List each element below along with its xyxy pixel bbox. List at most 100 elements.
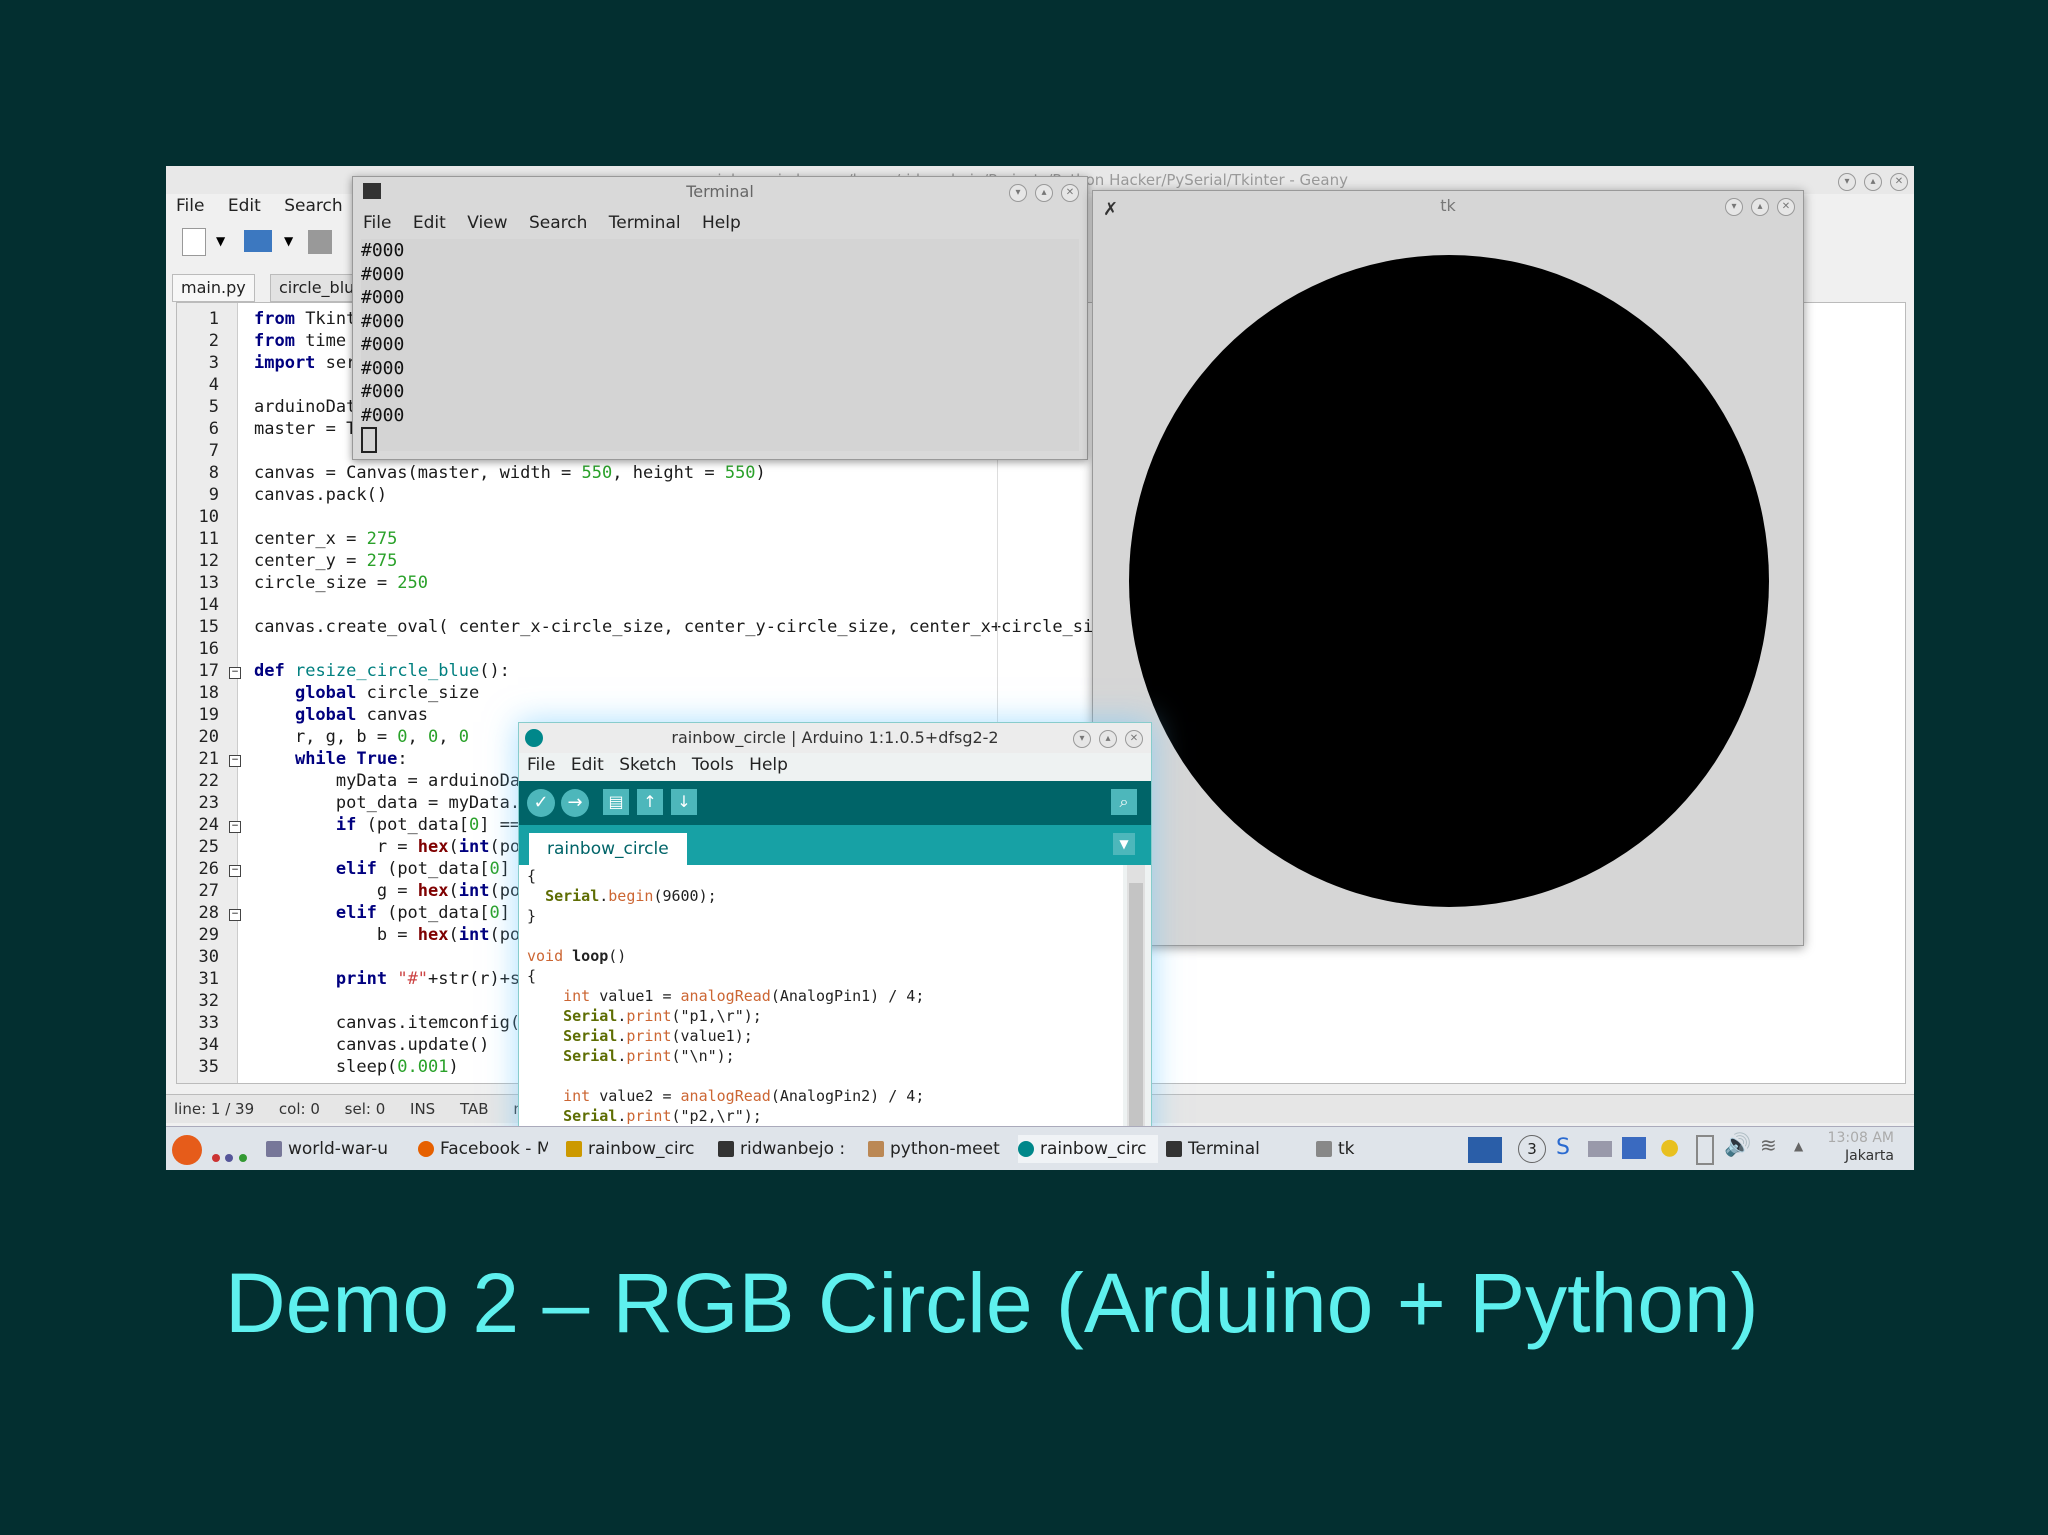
taskbar-item[interactable]: tk bbox=[1316, 1135, 1396, 1163]
line-number: 3 bbox=[208, 353, 219, 373]
code-line: global circle_size bbox=[294, 683, 480, 703]
menu-file[interactable]: File bbox=[176, 196, 204, 216]
minimize-icon[interactable]: ▾ bbox=[1009, 184, 1027, 202]
code-line: from time i bbox=[254, 331, 367, 351]
fold-toggle-icon[interactable]: − bbox=[229, 667, 241, 679]
arduino-code-editor[interactable]: { Serial.begin(9600); } void loop() { in… bbox=[519, 865, 1123, 1170]
menu-help[interactable]: Help bbox=[702, 213, 741, 233]
open-sketch-icon[interactable]: ↑ bbox=[637, 789, 663, 815]
maximize-icon[interactable]: ▴ bbox=[1864, 173, 1882, 191]
arduino-ide-window[interactable]: rainbow_circle | Arduino 1:1.0.5+dfsg2-2… bbox=[518, 722, 1152, 1170]
rgb-circle bbox=[1129, 255, 1769, 907]
menu-edit[interactable]: Edit bbox=[413, 213, 446, 233]
fold-toggle-icon[interactable]: − bbox=[229, 755, 241, 767]
close-icon[interactable]: ✕ bbox=[1777, 198, 1795, 216]
line-number: 28 bbox=[198, 903, 219, 923]
new-sketch-icon[interactable]: ▤ bbox=[603, 789, 629, 815]
menu-terminal[interactable]: Terminal bbox=[609, 213, 681, 233]
terminal-window[interactable]: Terminal ▾ ▴ ✕ File Edit View Search Ter… bbox=[352, 176, 1088, 460]
menu-tools[interactable]: Tools bbox=[692, 755, 734, 775]
taskbar-item[interactable]: ridwanbejo : bbox=[718, 1135, 858, 1163]
output-line: #000 bbox=[361, 334, 405, 355]
taskbar-item[interactable]: Facebook - M bbox=[418, 1135, 548, 1163]
verify-icon[interactable]: ✓ bbox=[527, 789, 555, 817]
close-icon[interactable]: ✕ bbox=[1061, 184, 1079, 202]
close-icon[interactable]: ✕ bbox=[1125, 730, 1143, 748]
code-line: canvas.create_oval( center_x-circle_size… bbox=[254, 617, 1104, 637]
code-line: global canvas bbox=[294, 705, 429, 725]
taskbar-item[interactable]: rainbow_circ bbox=[566, 1135, 716, 1163]
menu-edit[interactable]: Edit bbox=[228, 196, 261, 216]
tk-app-icon: ✗ bbox=[1103, 199, 1119, 220]
code-line: if (pot_data[0] == bbox=[335, 815, 521, 835]
taskbar-item[interactable]: rainbow_circ bbox=[1018, 1135, 1158, 1163]
close-icon[interactable]: ✕ bbox=[1890, 173, 1908, 191]
network-icon[interactable] bbox=[1588, 1141, 1612, 1157]
menu-search[interactable]: Search bbox=[529, 213, 587, 233]
new-file-icon[interactable] bbox=[182, 228, 206, 256]
code-line: arduinoData bbox=[254, 397, 367, 417]
fold-toggle-icon[interactable]: − bbox=[229, 865, 241, 877]
menu-search[interactable]: Search bbox=[284, 196, 342, 216]
menu-file[interactable]: File bbox=[363, 213, 391, 233]
terminal-cursor bbox=[361, 427, 377, 453]
show-desktop-icon[interactable] bbox=[1468, 1137, 1502, 1163]
tk-window[interactable]: ✗ tk ▾ ▴ ✕ bbox=[1092, 190, 1804, 946]
menu-view[interactable]: View bbox=[467, 213, 507, 233]
fold-toggle-icon[interactable]: − bbox=[229, 821, 241, 833]
tab-menu-chevron-icon[interactable]: ▼ bbox=[1113, 833, 1135, 855]
taskbar-item[interactable]: Terminal bbox=[1166, 1135, 1286, 1163]
save-icon[interactable] bbox=[308, 230, 332, 254]
open-folder-icon[interactable] bbox=[244, 230, 272, 252]
taskbar-item-label: rainbow_circ bbox=[1040, 1139, 1147, 1159]
workspace-dots-icon[interactable] bbox=[212, 1147, 248, 1162]
scrollbar-thumb[interactable] bbox=[1129, 883, 1143, 1143]
chevron-down-icon[interactable]: ▼ bbox=[284, 234, 293, 248]
menu-sketch[interactable]: Sketch bbox=[619, 755, 676, 775]
clock-zone: Jakarta bbox=[1845, 1148, 1894, 1164]
terminal-output[interactable]: #000 #000 #000 #000 #000 #000 #000 #000 bbox=[361, 239, 1079, 453]
taskbar-item-label: Facebook - M bbox=[440, 1139, 548, 1159]
code-line: b = hex(int(pot bbox=[254, 925, 531, 945]
volume-icon[interactable]: 🔊 bbox=[1724, 1133, 1751, 1158]
notification-count-badge[interactable]: 3 bbox=[1518, 1135, 1546, 1163]
menu-file[interactable]: File bbox=[527, 755, 555, 775]
menu-help[interactable]: Help bbox=[749, 755, 788, 775]
taskbar-item[interactable]: python-meet bbox=[868, 1135, 1008, 1163]
minimize-icon[interactable]: ▾ bbox=[1838, 173, 1856, 191]
skype-icon[interactable]: S bbox=[1556, 1135, 1570, 1160]
tab-circle-blue[interactable]: circle_blu bbox=[270, 274, 364, 302]
taskbar-item-label: python-meet bbox=[890, 1139, 1000, 1159]
tray-expand-icon[interactable]: ▲ bbox=[1794, 1139, 1803, 1153]
taskbar-item[interactable]: world-war-u bbox=[266, 1135, 396, 1163]
menu-edit[interactable]: Edit bbox=[571, 755, 604, 775]
arduino-scrollbar[interactable] bbox=[1127, 865, 1145, 1165]
line-number-gutter: 1 2 3 4 5 6 7 8 9 10 11 12 13 14 15 16 1… bbox=[177, 303, 241, 1083]
code-line: Serial.begin(9600); bbox=[545, 887, 717, 905]
chevron-down-icon[interactable]: ▼ bbox=[216, 234, 225, 248]
tk-title-bar: ✗ tk ▾ ▴ ✕ bbox=[1093, 191, 1803, 221]
line-number: 31 bbox=[198, 969, 219, 989]
maximize-icon[interactable]: ▴ bbox=[1099, 730, 1117, 748]
code-line: canvas = Canvas(master, width = 550, hei… bbox=[254, 463, 766, 483]
ubuntu-menu-icon[interactable] bbox=[172, 1135, 202, 1165]
taskbar-clock[interactable]: 13:08 AM Jakarta bbox=[1828, 1129, 1894, 1165]
tab-main-py[interactable]: main.py ✕ bbox=[172, 274, 255, 324]
code-line: int value1 = analogRead(AnalogPin1) / 4; bbox=[563, 987, 925, 1005]
save-sketch-icon[interactable]: ↓ bbox=[671, 789, 697, 815]
fold-toggle-icon[interactable]: − bbox=[229, 909, 241, 921]
keyboard-layout-icon[interactable] bbox=[1622, 1137, 1646, 1159]
wifi-icon[interactable]: ≋ bbox=[1760, 1133, 1777, 1157]
minimize-icon[interactable]: ▾ bbox=[1725, 198, 1743, 216]
upload-icon[interactable]: → bbox=[561, 789, 589, 817]
maximize-icon[interactable]: ▴ bbox=[1035, 184, 1053, 202]
battery-icon[interactable] bbox=[1696, 1135, 1714, 1165]
taskbar-item-label: Terminal bbox=[1188, 1139, 1260, 1159]
minimize-icon[interactable]: ▾ bbox=[1073, 730, 1091, 748]
line-number: 16 bbox=[198, 639, 219, 659]
tab-rainbow-circle[interactable]: rainbow_circle bbox=[529, 833, 687, 865]
lightbulb-icon[interactable]: ● bbox=[1660, 1135, 1679, 1160]
status-col: col: 0 bbox=[278, 1100, 320, 1118]
serial-monitor-icon[interactable]: ⌕ bbox=[1111, 789, 1137, 815]
maximize-icon[interactable]: ▴ bbox=[1751, 198, 1769, 216]
